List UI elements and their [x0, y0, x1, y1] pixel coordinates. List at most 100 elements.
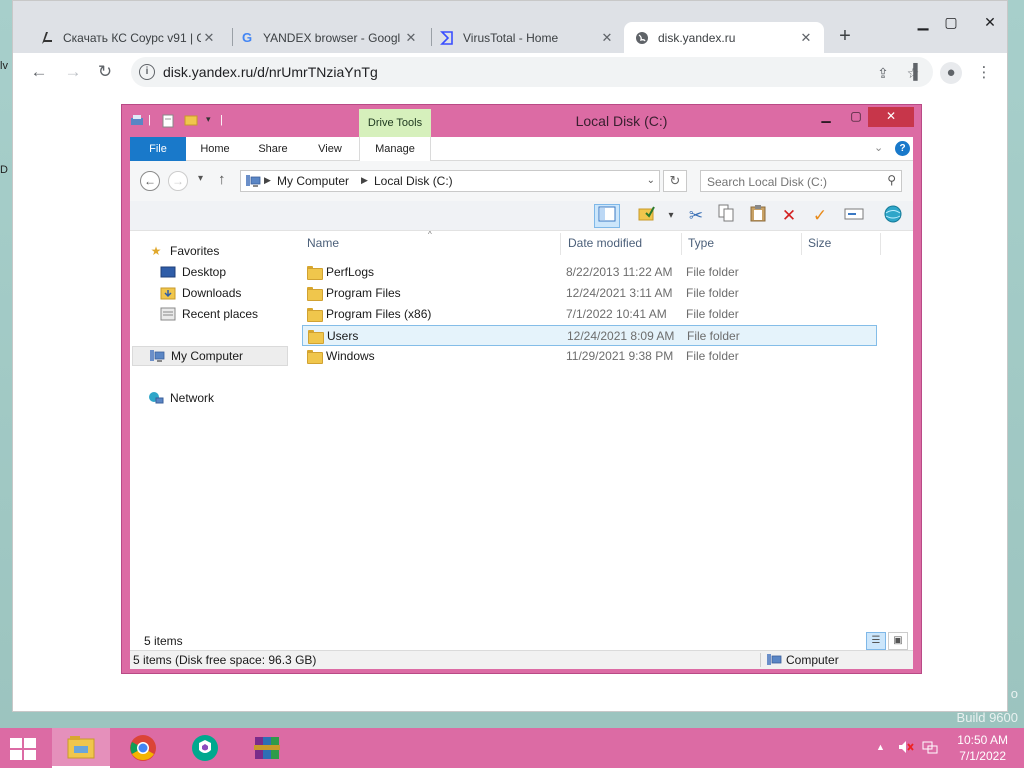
close-tab-icon[interactable]: ✕ — [403, 30, 419, 46]
column-divider[interactable] — [560, 233, 561, 255]
tab-yandex-disk[interactable]: disk.yandex.ru ✕ — [624, 22, 824, 53]
large-icons-view-icon[interactable]: ▣ — [888, 632, 908, 650]
globe-network-icon[interactable] — [880, 204, 906, 228]
folder-icon — [307, 308, 323, 322]
preview-pane-icon[interactable] — [594, 204, 620, 228]
close-tab-icon[interactable]: ✕ — [798, 30, 814, 46]
breadcrumb-bar[interactable]: ▶ My Computer ▶ Local Disk (C:) ⌄ — [240, 170, 660, 192]
maximize-window-icon[interactable]: ▢ — [842, 107, 870, 127]
folder-options-icon[interactable] — [634, 204, 660, 228]
tab-home[interactable]: Home — [190, 137, 240, 161]
nav-network[interactable]: Network — [148, 388, 214, 408]
nav-desktop[interactable]: Desktop — [160, 262, 226, 282]
copy-icon[interactable] — [713, 204, 739, 228]
details-view-icon[interactable]: ☰ — [866, 632, 886, 650]
up-arrow-icon[interactable]: ↑ — [218, 171, 226, 188]
tab-cs-download[interactable]: Скачать КС Соурс v91 | C ✕ — [29, 22, 227, 53]
close-tab-icon[interactable]: ✕ — [201, 30, 217, 46]
delete-icon[interactable]: ✕ — [776, 204, 802, 228]
file-name: PerfLogs — [326, 265, 375, 279]
show-hidden-icons-icon[interactable]: ▲ — [876, 742, 885, 752]
nav-recent-places[interactable]: Recent places — [160, 304, 258, 324]
table-row[interactable]: Program Files (x86) 7/1/2022 10:41 AM Fi… — [302, 304, 877, 325]
share-icon[interactable]: ⇪ — [873, 63, 893, 83]
checkmark-icon[interactable]: ✓ — [807, 204, 833, 228]
minimize-window-icon[interactable]: ▁ — [908, 9, 938, 35]
tab-view[interactable]: View — [306, 137, 354, 161]
search-box[interactable]: ⚲ — [700, 170, 902, 192]
breadcrumb-local-disk[interactable]: Local Disk (C:) — [374, 174, 453, 188]
tab-label: VirusTotal - Home — [463, 30, 559, 45]
desktop-icon-label[interactable]: D — [0, 164, 8, 176]
tab-share[interactable]: Share — [248, 137, 298, 161]
column-header-date[interactable]: Date modified — [568, 236, 642, 250]
table-row-selected[interactable]: Users 12/24/2021 8:09 AM File folder — [302, 325, 877, 346]
desktop-icon-label[interactable]: lv — [0, 60, 8, 72]
tab-file[interactable]: File — [130, 137, 186, 161]
file-type: File folder — [686, 265, 739, 279]
table-row[interactable]: Windows 11/29/2021 9:38 PM File folder — [302, 346, 877, 367]
explorer-titlebar: | ▾ | Drive Tools Local Disk (C:) ▁ ▢ ✕ — [122, 105, 921, 137]
address-url[interactable]: disk.yandex.ru/d/nrUmrTNziaYnTg — [163, 64, 378, 80]
downloads-folder-icon — [160, 286, 176, 300]
minimize-window-icon[interactable]: ▁ — [812, 107, 840, 127]
new-tab-button[interactable]: + — [834, 25, 856, 47]
cut-icon[interactable]: ✂ — [683, 204, 709, 228]
nav-favorites[interactable]: ★ Favorites — [148, 241, 220, 261]
refresh-icon[interactable]: ↻ — [663, 170, 687, 192]
column-divider[interactable] — [801, 233, 802, 255]
menu-kebab-icon[interactable]: ⋮ — [973, 62, 995, 84]
back-arrow-icon[interactable]: ← — [140, 171, 160, 191]
windows-start-icon[interactable] — [10, 738, 38, 760]
site-info-icon[interactable]: i — [139, 64, 155, 80]
system-clock[interactable]: 10:50 AM 7/1/2022 — [957, 732, 1008, 764]
maximize-window-icon[interactable]: ▢ — [936, 9, 966, 35]
nav-my-computer[interactable]: My Computer — [132, 346, 288, 366]
forward-arrow-icon[interactable]: → — [168, 171, 188, 191]
column-header-name[interactable]: Name — [307, 236, 339, 250]
desktop-icon — [160, 265, 176, 279]
volume-muted-icon[interactable] — [898, 740, 914, 757]
network-status-icon[interactable] — [922, 740, 938, 757]
address-dropdown-icon[interactable]: ⌄ — [647, 175, 655, 186]
expand-ribbon-icon[interactable]: ⌄ — [874, 141, 883, 154]
tab-manage[interactable]: Manage — [359, 137, 431, 161]
close-window-icon[interactable]: ✕ — [975, 9, 1005, 35]
side-panel-icon[interactable]: ▍ — [908, 62, 930, 84]
tab-virustotal[interactable]: VirusTotal - Home ✕ — [429, 22, 625, 53]
browser-toolbar: ← → ↻ i disk.yandex.ru/d/nrUmrTNziaYnTg … — [13, 53, 1007, 91]
file-explorer-icon[interactable] — [52, 728, 110, 768]
column-divider[interactable] — [880, 233, 881, 255]
search-input[interactable] — [707, 174, 877, 189]
table-row[interactable]: Program Files 12/24/2021 3:11 AM File fo… — [302, 283, 877, 304]
winrar-icon[interactable] — [238, 728, 296, 768]
back-arrow-icon[interactable]: ← — [27, 60, 51, 84]
breadcrumb-chevron-icon[interactable]: ▶ — [264, 175, 271, 186]
close-tab-icon[interactable]: ✕ — [599, 30, 615, 46]
address-bar[interactable]: i disk.yandex.ru/d/nrUmrTNziaYnTg ⇪ ☆ — [131, 57, 933, 87]
search-icon[interactable]: ⚲ — [887, 173, 896, 187]
recent-locations-icon[interactable]: ▾ — [198, 173, 203, 184]
help-icon[interactable]: ? — [895, 141, 910, 156]
table-row[interactable]: PerfLogs 8/22/2013 11:22 AM File folder — [302, 262, 877, 283]
forward-arrow-icon[interactable]: → — [61, 60, 85, 84]
nav-label: Recent places — [182, 307, 259, 321]
nav-label: Desktop — [182, 265, 227, 279]
paste-icon[interactable] — [745, 204, 771, 228]
column-divider[interactable] — [681, 233, 682, 255]
breadcrumb-my-computer[interactable]: My Computer — [277, 174, 349, 188]
breadcrumb-chevron-icon[interactable]: ▶ — [361, 175, 368, 186]
rename-icon[interactable] — [841, 204, 867, 228]
nav-downloads[interactable]: Downloads — [160, 283, 241, 303]
chrome-icon[interactable] — [114, 728, 172, 768]
close-window-icon[interactable]: ✕ — [868, 107, 914, 127]
folder-options-dropdown-icon[interactable]: ▾ — [658, 204, 684, 228]
kaspersky-icon[interactable] — [176, 728, 234, 768]
profile-avatar-icon[interactable]: ● — [940, 62, 962, 84]
navigation-pane: ★ Favorites Desktop Downloads Recent pla… — [130, 231, 296, 631]
reload-icon[interactable]: ↻ — [93, 60, 117, 84]
column-header-size[interactable]: Size — [808, 236, 831, 250]
tab-google-search[interactable]: G YANDEX browser - Googl ✕ — [229, 22, 429, 53]
column-header-type[interactable]: Type — [688, 236, 714, 250]
file-date: 12/24/2021 3:11 AM — [566, 286, 673, 300]
